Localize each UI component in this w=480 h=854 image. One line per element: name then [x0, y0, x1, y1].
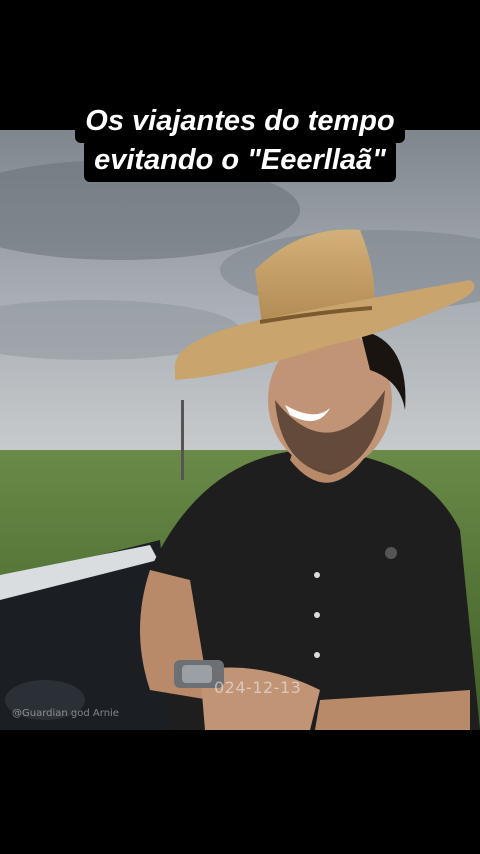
caption: Os viajantes do tempo evitando o "Eeerll…: [40, 100, 440, 182]
shirt-logo: [385, 547, 397, 559]
caption-line-2: evitando o "Eeerllaã": [84, 139, 396, 182]
pole: [181, 400, 184, 480]
video-frame[interactable]: [0, 130, 480, 730]
scene-illustration: [0, 130, 480, 730]
date-stamp: 024-12-13: [214, 678, 302, 697]
watermark: @Guardian god Arnie: [12, 708, 119, 719]
caption-line-1: Os viajantes do tempo: [75, 100, 405, 143]
